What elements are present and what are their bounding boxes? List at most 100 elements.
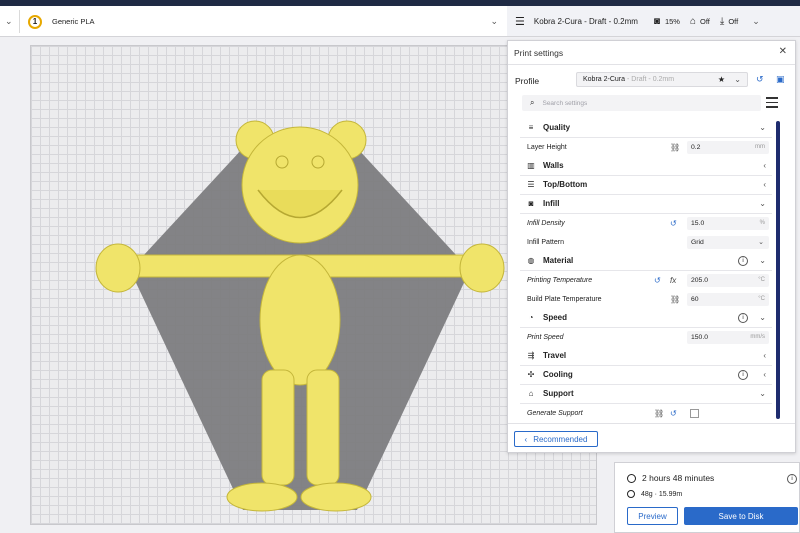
reset-profile-icon[interactable]: ↺ [756, 74, 764, 85]
chevron-down-icon: ⌄ [759, 256, 766, 266]
chevron-down-icon: ⌄ [759, 389, 766, 399]
category-label: Speed [543, 313, 568, 323]
chevron-down-icon: ⌄ [759, 313, 766, 323]
speed-icon: ◔ [528, 313, 534, 323]
infill-icon: ◙ [528, 199, 534, 209]
clock-icon [627, 473, 636, 483]
preview-button[interactable]: Preview [627, 507, 678, 525]
info-icon[interactable]: i [738, 312, 748, 323]
field-unit: % [759, 220, 765, 227]
build-plate-temperature-field[interactable]: 60 °C [687, 292, 769, 306]
category-label: Quality [543, 123, 571, 133]
category-infill[interactable]: ◙ Infill ⌄ [520, 195, 772, 214]
info-icon[interactable]: i [738, 255, 748, 266]
model-torso [259, 254, 341, 386]
printing-temperature-field[interactable]: 205.0 °C [687, 273, 769, 287]
link-icon[interactable]: ⛓ [654, 409, 664, 418]
generate-support-checkbox[interactable] [690, 408, 699, 418]
print-time: 2 hours 48 minutes [627, 473, 714, 483]
profile-label: Profile [515, 76, 540, 86]
category-label: Walls [543, 161, 564, 171]
chevron-left-icon: ‹ [763, 180, 766, 190]
infill-density-field[interactable]: 15.0% [687, 216, 769, 230]
category-top-bottom[interactable]: ☰ Top/Bottom ‹ [520, 176, 772, 195]
panel-title: Print settings [514, 48, 564, 58]
reset-icon[interactable]: ↺ [654, 276, 661, 285]
field-value: 15.0 [691, 219, 705, 227]
travel-icon: ⇶ [527, 351, 535, 361]
model-hand-left [95, 243, 141, 293]
material-estimate-label: 48g · 15.99m [641, 490, 683, 498]
save-profile-icon[interactable]: ▣ [776, 74, 785, 85]
chevron-left-icon: ‹ [763, 370, 766, 380]
field-value: Grid [691, 238, 704, 246]
field-value: 60 [691, 295, 699, 303]
setting-infill-density: Infill Density ↺ 15.0% [520, 214, 772, 233]
category-material[interactable]: ◍ Material i ⌄ [520, 252, 772, 271]
field-value: 150.0 [691, 333, 709, 341]
chevron-down-icon: ⌄ [758, 239, 764, 247]
category-quality[interactable]: ≡ Quality ⌄ [520, 119, 772, 138]
setting-label: Infill Pattern [527, 238, 564, 246]
chevron-down-icon: ⌄ [759, 199, 766, 209]
category-support[interactable]: ⌂ Support ⌄ [520, 385, 772, 404]
divider [508, 423, 795, 424]
category-travel[interactable]: ⇶ Travel ‹ [520, 347, 772, 366]
chevron-down-icon: ⌄ [734, 75, 741, 84]
settings-scrollbar[interactable] [776, 121, 780, 419]
info-icon[interactable]: i [738, 369, 748, 380]
function-icon[interactable]: fx [670, 276, 676, 285]
walls-icon: ▥ [527, 161, 535, 171]
material-estimate: 48g · 15.99m [627, 490, 682, 498]
support-icon: ⌂ [528, 389, 534, 399]
reset-icon[interactable]: ↺ [670, 219, 677, 228]
fan-icon: ✣ [527, 370, 535, 380]
print-settings-panel: Print settings ✕ Profile Kobra 2-Cura - … [507, 40, 796, 453]
spool-icon [627, 490, 635, 498]
model-head [241, 126, 359, 244]
category-label: Material [543, 256, 574, 266]
infill-pattern-select[interactable]: Grid ⌄ [687, 235, 769, 249]
field-unit: °C [758, 277, 765, 284]
top-bottom-icon: ☰ [527, 180, 535, 190]
print-speed-field[interactable]: 150.0 mm/s [687, 330, 769, 344]
model-foot-left [226, 482, 298, 512]
divider [508, 64, 795, 65]
link-icon[interactable]: ⛓ [670, 143, 680, 152]
info-icon[interactable]: i [787, 474, 797, 484]
recommended-label: Recommended [533, 434, 588, 444]
layer-height-field[interactable]: 0.2 mm [687, 140, 769, 154]
category-speed[interactable]: ◔ Speed i ⌄ [520, 309, 772, 328]
category-label: Top/Bottom [543, 180, 588, 190]
setting-label: Infill Density [527, 219, 565, 227]
setting-generate-support: Generate Support ⛓ ↺ [520, 404, 772, 419]
print-estimate-panel: 2 hours 48 minutes i 48g · 15.99m Previe… [614, 462, 800, 533]
profile-dropdown[interactable]: Kobra 2-Cura - Draft - 0.2mm ★ ⌄ [576, 72, 748, 87]
reset-icon[interactable]: ↺ [670, 409, 677, 418]
category-cooling[interactable]: ✣ Cooling i ‹ [520, 366, 772, 385]
category-walls[interactable]: ▥ Walls ‹ [520, 157, 772, 176]
setting-label: Printing Temperature [527, 276, 593, 284]
link-icon[interactable]: ⛓ [670, 295, 680, 304]
category-label: Infill [543, 199, 560, 209]
category-label: Cooling [543, 370, 573, 380]
setting-layer-height: Layer Height ⛓ 0.2 mm [520, 138, 772, 157]
chevron-left-icon: ‹ [524, 434, 528, 444]
chevron-left-icon: ‹ [763, 161, 766, 171]
menu-icon[interactable] [766, 97, 778, 108]
setting-label: Print Speed [527, 333, 564, 341]
recommended-button[interactable]: ‹ Recommended [514, 431, 598, 447]
chevron-down-icon: ⌄ [759, 123, 766, 133]
field-unit: mm [755, 144, 765, 151]
field-unit: °C [758, 296, 765, 303]
setting-infill-pattern: Infill Pattern Grid ⌄ [520, 233, 772, 252]
quality-icon: ≡ [528, 123, 534, 133]
setting-build-plate-temperature: Build Plate Temperature ⛓ 60 °C [520, 290, 772, 309]
close-icon[interactable]: ✕ [779, 46, 787, 57]
settings-list[interactable]: ≡ Quality ⌄ Layer Height ⛓ 0.2 mm ▥ Walls… [520, 119, 772, 419]
save-to-disk-button[interactable]: Save to Disk [684, 507, 798, 525]
star-icon[interactable]: ★ [718, 75, 725, 84]
search-input[interactable]: ⌕ Search settings [522, 95, 761, 111]
profile-name: Kobra 2-Cura [583, 76, 626, 83]
category-label: Support [543, 389, 574, 399]
